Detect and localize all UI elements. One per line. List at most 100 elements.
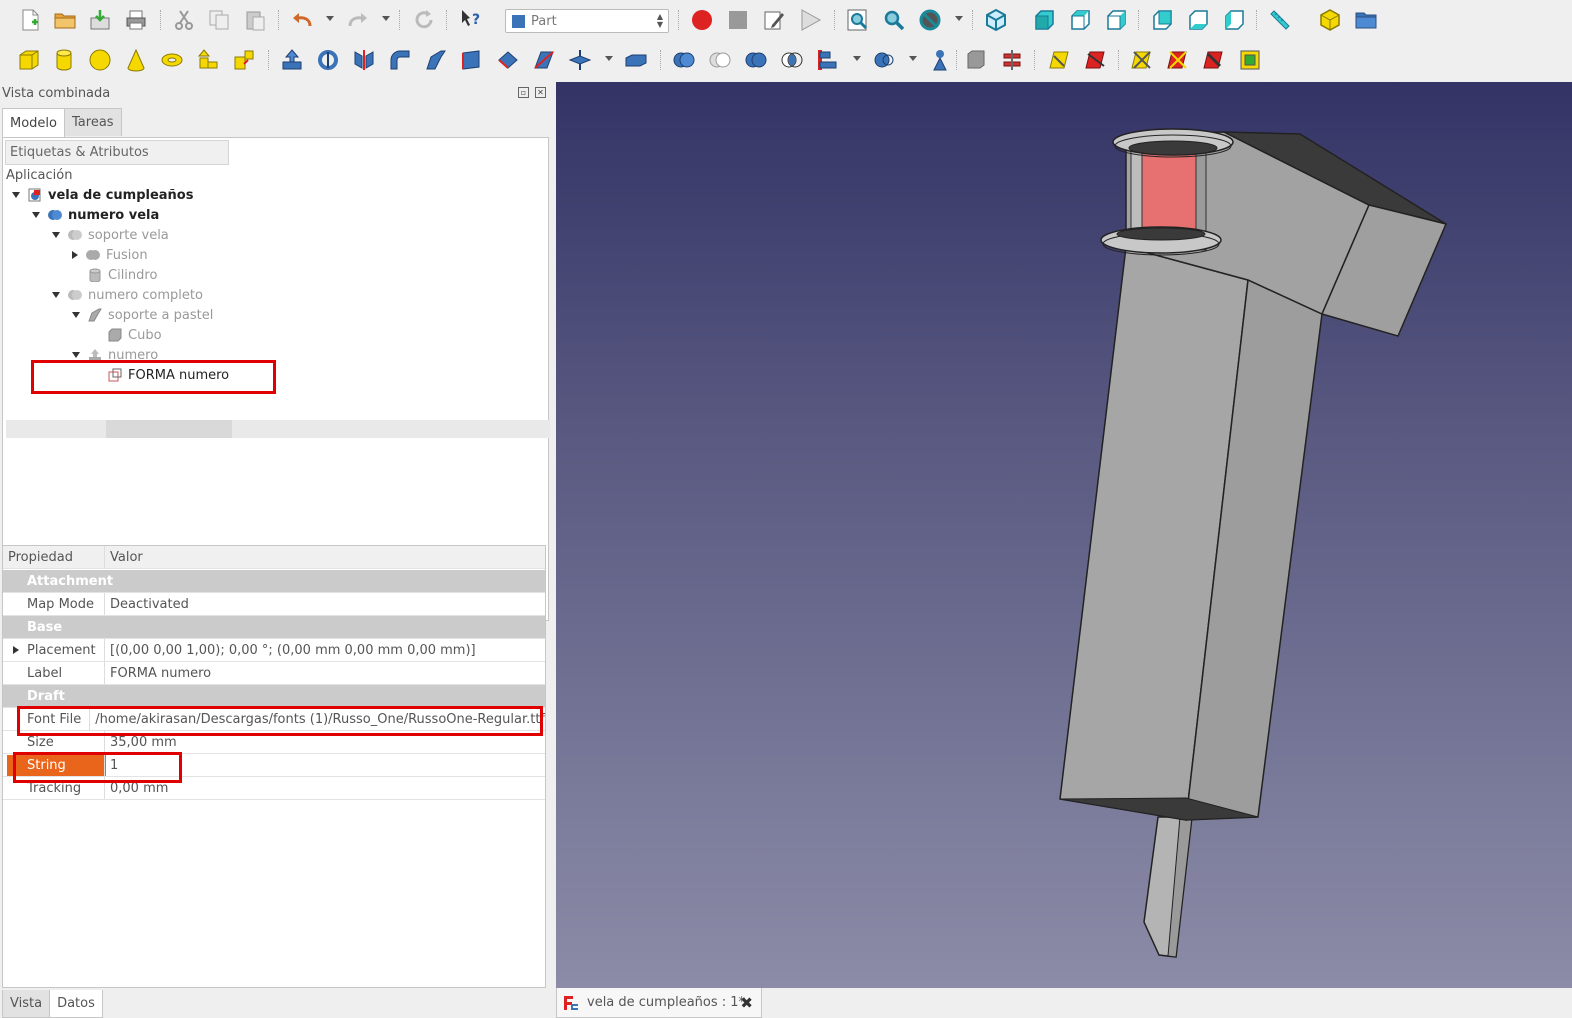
property-column-header[interactable]: Propiedad xyxy=(3,546,105,568)
open-folder-icon[interactable] xyxy=(51,6,79,34)
part-create-icon[interactable] xyxy=(1316,6,1344,34)
tree-item-document[interactable]: vela de cumpleaños xyxy=(12,185,193,205)
close-icon[interactable]: ✖ xyxy=(740,994,753,1012)
redo-dropdown-icon[interactable] xyxy=(382,16,390,21)
new-document-icon[interactable] xyxy=(16,6,44,34)
refresh-icon[interactable] xyxy=(410,6,438,34)
redo-icon[interactable] xyxy=(344,6,372,34)
measure-refresh-icon[interactable] xyxy=(1128,46,1156,74)
right-view-icon[interactable] xyxy=(1102,6,1130,34)
tab-vista[interactable]: Vista xyxy=(2,990,51,1018)
bottom-view-icon[interactable] xyxy=(1184,6,1212,34)
compound-tools-icon[interactable] xyxy=(926,46,954,74)
property-row-label[interactable]: Label FORMA numero xyxy=(3,662,545,685)
tree-item-numero-vela[interactable]: numero vela xyxy=(32,205,159,225)
extrude-icon[interactable] xyxy=(278,46,306,74)
top-view-icon[interactable] xyxy=(1066,6,1094,34)
3d-viewport[interactable] xyxy=(556,82,1572,988)
chamfer-icon[interactable] xyxy=(422,46,450,74)
group-row-attachment[interactable]: Attachment xyxy=(3,570,545,593)
tab-tareas[interactable]: Tareas xyxy=(64,108,122,136)
print-icon[interactable] xyxy=(122,6,150,34)
copy-icon[interactable] xyxy=(205,6,233,34)
mirror-icon[interactable] xyxy=(350,46,378,74)
edit-macro-icon[interactable] xyxy=(760,6,788,34)
collapse-arrow-icon[interactable] xyxy=(72,352,80,358)
thickness-icon[interactable] xyxy=(622,46,650,74)
tree-header[interactable]: Etiquetas & Atributos xyxy=(5,140,229,165)
measure-toggle-all-icon[interactable] xyxy=(1200,46,1228,74)
collapse-arrow-icon[interactable] xyxy=(52,292,60,298)
tree-item-soporte-a-pastel[interactable]: soporte a pastel xyxy=(72,305,213,325)
collapse-arrow-icon[interactable] xyxy=(12,192,20,198)
fit-all-icon[interactable] xyxy=(844,6,872,34)
expand-arrow-icon[interactable] xyxy=(13,646,19,654)
candle-model[interactable] xyxy=(556,82,1572,988)
loft-icon[interactable] xyxy=(530,46,558,74)
check-geometry-icon[interactable] xyxy=(962,46,990,74)
draw-style-dropdown-icon[interactable] xyxy=(955,16,963,21)
group-row-draft[interactable]: Draft xyxy=(3,685,545,708)
property-row-map-mode[interactable]: Map Mode Deactivated xyxy=(3,593,545,616)
join-features-icon[interactable] xyxy=(814,46,842,74)
property-row-placement[interactable]: Placement [(0,00 0,00 1,00); 0,00 °; (0,… xyxy=(3,639,545,662)
shape-builder-icon[interactable] xyxy=(230,46,258,74)
float-panel-icon[interactable]: ▫ xyxy=(518,87,529,98)
property-value[interactable]: FORMA numero xyxy=(105,666,211,681)
front-view-icon[interactable] xyxy=(1030,6,1058,34)
split-icon[interactable] xyxy=(870,46,898,74)
property-value[interactable]: Deactivated xyxy=(105,597,189,612)
measure-toggle-3d-icon[interactable] xyxy=(1236,46,1264,74)
measure-icon[interactable] xyxy=(1266,6,1294,34)
draw-style-icon[interactable] xyxy=(916,6,944,34)
torus-primitive-icon[interactable] xyxy=(158,46,186,74)
close-panel-icon[interactable]: ✕ xyxy=(535,87,546,98)
group-folder-icon[interactable] xyxy=(1352,6,1380,34)
property-value[interactable]: 35,00 mm xyxy=(105,735,177,750)
value-column-header[interactable]: Valor xyxy=(105,550,143,565)
boolean-icon[interactable] xyxy=(670,46,698,74)
primitives-icon[interactable] xyxy=(194,46,222,74)
section-icon[interactable] xyxy=(566,46,594,74)
section-dropdown-icon[interactable] xyxy=(605,56,613,61)
cylinder-primitive-icon[interactable] xyxy=(50,46,78,74)
rear-view-icon[interactable] xyxy=(1148,6,1176,34)
tab-datos[interactable]: Datos xyxy=(49,990,103,1018)
common-icon[interactable] xyxy=(778,46,806,74)
undo-icon[interactable] xyxy=(288,6,316,34)
cone-primitive-icon[interactable] xyxy=(122,46,150,74)
left-view-icon[interactable] xyxy=(1220,6,1248,34)
property-value[interactable]: [(0,00 0,00 1,00); 0,00 °; (0,00 mm 0,00… xyxy=(105,643,476,658)
paste-icon[interactable] xyxy=(241,6,269,34)
run-macro-icon[interactable] xyxy=(796,6,824,34)
split-dropdown-icon[interactable] xyxy=(909,56,917,61)
fit-selection-icon[interactable] xyxy=(880,6,908,34)
measure-angular-icon[interactable] xyxy=(1082,46,1110,74)
expand-arrow-icon[interactable] xyxy=(72,251,78,259)
tree-item-numero-completo[interactable]: numero completo xyxy=(52,285,203,305)
sphere-primitive-icon[interactable] xyxy=(86,46,114,74)
cut-icon[interactable] xyxy=(170,6,198,34)
document-tab[interactable]: vela de cumpleaños : 1* ✖ xyxy=(556,988,762,1018)
save-icon[interactable] xyxy=(86,6,114,34)
group-row-base[interactable]: Base xyxy=(3,616,545,639)
collapse-arrow-icon[interactable] xyxy=(32,212,40,218)
fuse-icon[interactable] xyxy=(742,46,770,74)
undo-dropdown-icon[interactable] xyxy=(326,16,334,21)
ruled-surface-icon[interactable] xyxy=(494,46,522,74)
fillet-icon[interactable] xyxy=(386,46,414,74)
tree-item-fusion[interactable]: Fusion xyxy=(72,245,148,265)
measure-linear-icon[interactable] xyxy=(1046,46,1074,74)
revolve-icon[interactable] xyxy=(314,46,342,74)
whats-this-icon[interactable]: ? xyxy=(457,6,485,34)
tree-item-soporte-vela[interactable]: soporte vela xyxy=(52,225,169,245)
cut-boolean-icon[interactable] xyxy=(706,46,734,74)
collapse-arrow-icon[interactable] xyxy=(72,312,80,318)
stop-macro-icon[interactable] xyxy=(724,6,752,34)
record-macro-icon[interactable] xyxy=(688,6,716,34)
workbench-selector[interactable]: Part ▲ ▼ xyxy=(505,9,669,33)
isometric-view-icon[interactable] xyxy=(982,6,1010,34)
tab-modelo[interactable]: Modelo xyxy=(2,108,65,137)
tree-item-cilindro[interactable]: Cilindro xyxy=(72,265,157,285)
cube-primitive-icon[interactable] xyxy=(15,46,43,74)
